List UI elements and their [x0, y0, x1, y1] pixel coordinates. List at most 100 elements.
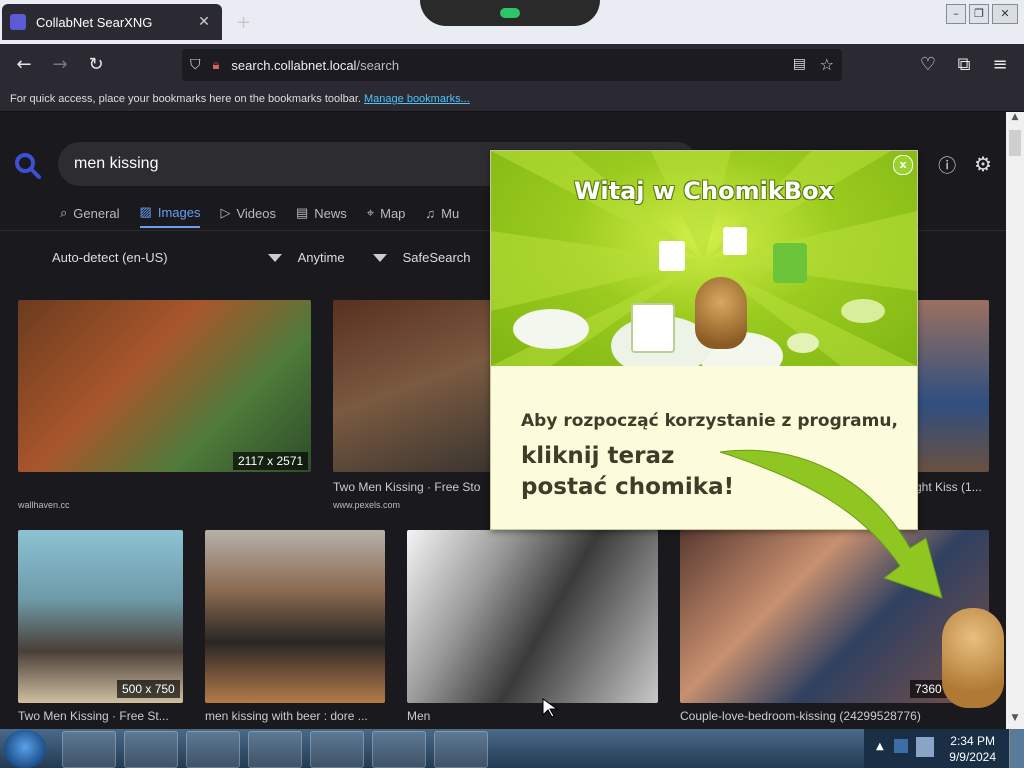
language-filter[interactable]: Auto-detect (en-US) [52, 250, 282, 265]
green-arrow-icon [720, 449, 943, 599]
hamster-mascot-icon [695, 277, 747, 349]
result-image[interactable] [18, 530, 183, 703]
tab-label: Map [380, 205, 406, 221]
taskbar-app-hamster-icon[interactable] [434, 731, 488, 768]
image-file-icon [659, 241, 685, 271]
pocket-icon[interactable]: ♡ [916, 54, 940, 76]
bookmarks-hint: For quick access, place your bookmarks h… [10, 93, 361, 105]
searxng-favicon-icon [10, 14, 26, 30]
clock-time: 2:34 PM [950, 734, 995, 748]
result-caption[interactable]: Men [407, 709, 467, 723]
result-caption[interactable]: men kissing with beer : dore ... [205, 709, 390, 723]
extensions-icon[interactable]: ⧉ [952, 54, 976, 76]
info-icon[interactable]: ⓘ [938, 152, 956, 178]
result-image[interactable] [333, 300, 493, 472]
taskbar-app-terminal-icon[interactable] [62, 731, 116, 768]
tray-app-icon[interactable] [916, 737, 934, 757]
tray-expand-icon[interactable]: ▲ [876, 741, 884, 752]
navigation-toolbar: ← → ↻ ⛉ 🔒︎ search.collabnet.local/search… [0, 44, 1024, 86]
music-file-icon [631, 303, 675, 353]
reader-view-icon[interactable]: ▤ [793, 56, 806, 72]
top-right-icons: ⓘ ⚙ [938, 152, 992, 178]
settings-gear-icon[interactable]: ⚙ [974, 152, 992, 178]
search-icon: ⌕ [60, 205, 68, 220]
top-center-ornament [420, 0, 600, 26]
show-desktop-button[interactable] [1009, 729, 1024, 768]
result-source[interactable]: wallhaven.cc [18, 500, 70, 510]
bookmarks-toolbar: For quick access, place your bookmarks h… [0, 86, 1024, 112]
result-caption[interactable]: Two Men Kissing · Free Sto [333, 480, 493, 494]
searxng-logo-icon[interactable] [14, 152, 42, 180]
back-icon[interactable]: ← [12, 54, 36, 76]
mouse-cursor-icon [542, 698, 559, 718]
filter-label: SafeSearch [402, 250, 471, 265]
page-scrollbar[interactable]: ▲ ▼ [1006, 112, 1024, 729]
shield-icon[interactable]: ⛉ [190, 57, 201, 73]
tab-general[interactable]: ⌕ General [60, 204, 120, 228]
scroll-down-icon[interactable]: ▼ [1006, 713, 1024, 729]
safesearch-filter[interactable]: SafeSearch [403, 250, 471, 265]
filter-label: Auto-detect (en-US) [52, 250, 168, 265]
taskbar-app-firefox-icon[interactable] [248, 731, 302, 768]
popup-cta-line2: postać chomika! [521, 474, 735, 500]
tab-videos[interactable]: ▷ Videos [220, 204, 276, 228]
play-icon: ▷ [220, 205, 231, 220]
lock-icon[interactable]: 🔒︎ [213, 58, 220, 73]
tab-news[interactable]: ▤ News [296, 204, 347, 228]
hamster-character-icon[interactable] [942, 608, 1004, 708]
result-image[interactable] [205, 530, 385, 703]
maximize-icon[interactable]: ❐ [969, 4, 989, 24]
start-button[interactable] [4, 730, 46, 768]
search-input[interactable] [72, 154, 476, 174]
result-caption[interactable]: Couple-love-bedroom-kissing (24299528776… [680, 709, 1000, 723]
tab-map[interactable]: ⌖ Map [367, 204, 406, 228]
browser-tab[interactable]: CollabNet SearXNG ✕ [2, 4, 222, 40]
result-image[interactable] [915, 300, 989, 472]
image-size-badge: 2117 x 2571 [233, 452, 309, 470]
minimize-icon[interactable]: – [946, 4, 966, 24]
result-caption[interactable]: Two Men Kissing · Free St... [18, 709, 188, 723]
forward-icon[interactable]: → [48, 54, 72, 76]
popup-close-button[interactable]: x [893, 155, 913, 175]
manage-bookmarks-link[interactable]: Manage bookmarks... [364, 93, 470, 105]
system-clock[interactable]: 2:34 PM 9/9/2024 [949, 733, 996, 765]
image-icon: ▨ [139, 204, 152, 219]
taskbar-app-globe-icon[interactable] [186, 731, 240, 768]
newspaper-icon: ▤ [295, 205, 309, 220]
result-image[interactable] [18, 300, 311, 472]
close-window-icon[interactable]: ✕ [992, 4, 1018, 24]
green-folder-icon [773, 243, 807, 283]
url-host: search.collabnet.local [231, 57, 357, 73]
window-titlebar: CollabNet SearXNG ✕ + – ❐ ✕ [0, 0, 1024, 44]
popup-title: Witaj w ChomikBox [573, 177, 835, 205]
taskbar-app-chomikbox-icon[interactable] [310, 731, 364, 768]
popup-call-to-action: kliknij teraz postać chomika! [521, 441, 734, 503]
tab-label: Videos [236, 205, 276, 221]
scrollbar-thumb[interactable] [1009, 130, 1021, 156]
result-source[interactable]: www.pexels.com [333, 500, 400, 510]
menu-icon[interactable]: ≡ [988, 54, 1012, 76]
url-path: /search [356, 57, 400, 73]
music-note-icon: ♫ [425, 205, 436, 221]
popup-cta-line1: kliknij teraz [521, 443, 675, 469]
tab-label: Images [157, 204, 201, 220]
tab-images[interactable]: ▨ Images [139, 204, 201, 228]
tray-network-icon[interactable] [894, 739, 908, 753]
tab-title: CollabNet SearXNG [36, 14, 153, 30]
chevron-down-icon [267, 253, 282, 262]
bookmark-star-icon[interactable]: ☆ [820, 55, 834, 74]
url-bar[interactable]: ⛉ 🔒︎ search.collabnet.local/search ▤ ☆ [182, 49, 842, 81]
taskbar-app-network-icon[interactable] [372, 731, 426, 768]
scroll-up-icon[interactable]: ▲ [1006, 112, 1024, 128]
close-tab-icon[interactable]: ✕ [196, 14, 212, 30]
url-text[interactable]: search.collabnet.local/search [231, 58, 399, 73]
taskbar-app-media-player-icon[interactable] [124, 731, 178, 768]
chevron-down-icon [372, 253, 387, 262]
tab-music[interactable]: ♫ Mu [425, 204, 459, 228]
map-pin-icon: ⌖ [366, 205, 375, 220]
system-tray: ▲ 2:34 PM 9/9/2024 [864, 729, 1024, 768]
result-image[interactable] [407, 530, 658, 703]
new-tab-icon[interactable]: + [236, 12, 251, 33]
time-filter[interactable]: Anytime [298, 250, 387, 265]
reload-icon[interactable]: ↻ [84, 54, 108, 76]
